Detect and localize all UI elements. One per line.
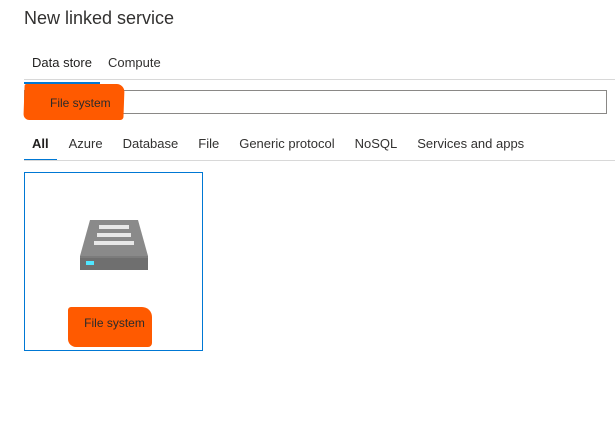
top-tab-bar: Data store Compute (24, 50, 169, 84)
tab-database[interactable]: Database (115, 133, 187, 155)
top-tab-divider (24, 79, 615, 80)
tab-file[interactable]: File (190, 133, 227, 155)
tab-compute[interactable]: Compute (100, 50, 169, 79)
tab-nosql[interactable]: NoSQL (347, 133, 406, 155)
dialog-title: New linked service (24, 8, 175, 28)
category-tab-bar: All Azure Database File Generic protocol… (24, 133, 536, 161)
tile-label: File system (84, 316, 145, 330)
tab-all[interactable]: All (24, 133, 57, 161)
search-input[interactable] (50, 95, 590, 111)
tab-generic-protocol[interactable]: Generic protocol (231, 133, 342, 155)
tab-services-and-apps[interactable]: Services and apps (409, 133, 532, 155)
file-system-server-icon (80, 220, 148, 270)
connector-tile-file-system[interactable]: File system (24, 172, 203, 351)
tab-azure[interactable]: Azure (61, 133, 111, 155)
category-tab-divider (24, 160, 615, 161)
tab-data-store[interactable]: Data store (24, 50, 100, 84)
